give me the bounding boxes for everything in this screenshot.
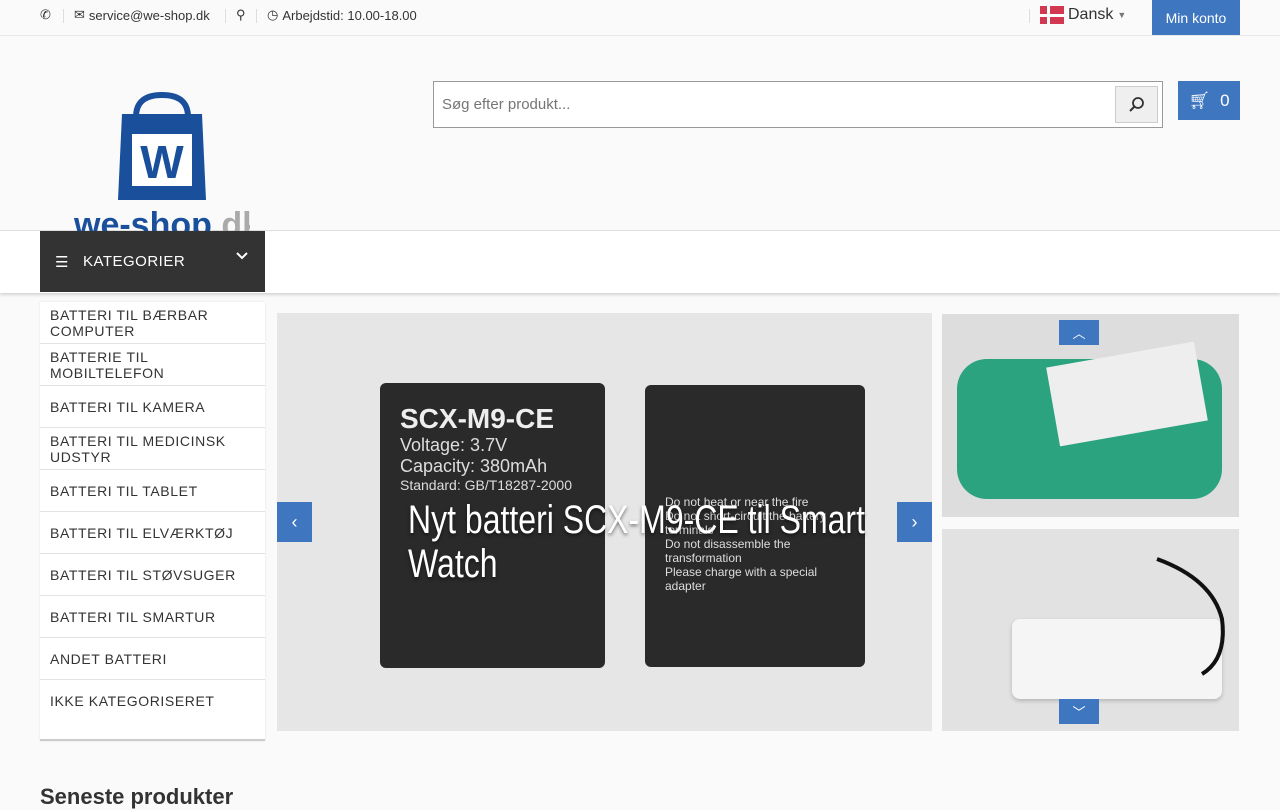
my-account-button[interactable]: Min konto bbox=[1152, 0, 1240, 35]
chevron-down-icon: ﹀ bbox=[1072, 705, 1086, 720]
chevron-right-icon: › bbox=[911, 511, 918, 532]
categories-label: KATEGORIER bbox=[82, 253, 186, 270]
email-link[interactable]: ✉ service@we-shop.dk bbox=[74, 7, 210, 23]
chevron-up-icon: ︿ bbox=[1072, 326, 1086, 341]
thumb-up-button[interactable]: ︿ bbox=[1059, 320, 1099, 345]
email-text: service@we-shop.dk bbox=[88, 7, 210, 23]
menu-item[interactable]: BATTERI TIL SMARTUR bbox=[40, 596, 265, 638]
battery-line: Capacity: 380mAh bbox=[400, 456, 548, 476]
menu-item[interactable]: BATTERI TIL BÆRBAR COMPUTER bbox=[40, 302, 265, 344]
menu-item[interactable]: BATTERI TIL TABLET bbox=[40, 470, 265, 512]
menu-item[interactable]: BATTERI TIL ELVÆRKTØJ bbox=[40, 512, 265, 554]
top-bar: ✆ ✉ service@we-shop.dk ⚲ ◷ Arbejdstid: 10.… bbox=[0, 0, 1280, 36]
latest-products-heading: Seneste produkter bbox=[40, 784, 234, 809]
logo[interactable]: W we-shop.dk bbox=[74, 92, 250, 242]
divider bbox=[63, 9, 64, 23]
slider-prev-button[interactable]: ‹ bbox=[277, 502, 312, 542]
cart-button[interactable]: 🛒︎ 0 bbox=[1178, 81, 1240, 120]
categories-toggle[interactable]: ☰ KATEGORIER bbox=[40, 231, 265, 292]
divider bbox=[1029, 9, 1030, 23]
menu-item[interactable]: BATTERI TIL KAMERA bbox=[40, 386, 265, 428]
search-button[interactable] bbox=[1115, 86, 1158, 123]
slider-next-button[interactable]: › bbox=[897, 502, 932, 542]
hours: ◷ Arbejdstid: 10.00-18.00 bbox=[267, 7, 417, 23]
battery-line: Standard: GB/T18287-2000 bbox=[400, 477, 573, 493]
menu-item[interactable]: BATTERIE TIL MOBILTELEFON bbox=[40, 344, 265, 386]
shopping-cart-icon: 🛒︎ bbox=[1188, 90, 1211, 110]
battery-line: Voltage: 3.7V bbox=[400, 435, 508, 455]
search-bar bbox=[433, 81, 1163, 128]
menu-item[interactable]: BATTERI TIL MEDICINSK UDSTYR bbox=[40, 428, 265, 470]
search-icon bbox=[1128, 96, 1144, 112]
nav-bar: ☰ KATEGORIER bbox=[0, 231, 1280, 293]
divider bbox=[225, 9, 226, 23]
menu-item[interactable]: BATTERI TIL STØVSUGER bbox=[40, 554, 265, 596]
menu-item[interactable]: IKKE KATEGORISERET bbox=[40, 680, 265, 722]
divider bbox=[256, 9, 257, 23]
envelope-icon: ✉ bbox=[74, 7, 85, 22]
phone-icon[interactable]: ✆ bbox=[40, 7, 51, 23]
battery-label: SCX-M9-CE bbox=[400, 403, 555, 434]
cable-image bbox=[1156, 557, 1225, 676]
chevron-left-icon: ‹ bbox=[291, 511, 298, 532]
category-menu: BATTERI TIL BÆRBAR COMPUTER BATTERIE TIL… bbox=[40, 302, 265, 741]
caret-down-icon: ▼ bbox=[1117, 10, 1127, 20]
hamburger-icon: ☰ bbox=[55, 253, 69, 271]
cart-count: 0 bbox=[1220, 90, 1230, 110]
slide-title[interactable]: Nyt batteri SCX-M9-CE til Smart Watch bbox=[408, 498, 920, 586]
search-input[interactable] bbox=[434, 82, 1114, 127]
menu-item[interactable]: ANDET BATTERI bbox=[40, 638, 265, 680]
clock-icon: ◷ bbox=[267, 7, 279, 22]
language-label: Dansk bbox=[1068, 6, 1114, 23]
svg-text:W: W bbox=[140, 136, 184, 188]
hero-slider: SCX-M9-CE Voltage: 3.7V Capacity: 380mAh… bbox=[277, 313, 932, 731]
language-selector[interactable]: Dansk ▼ bbox=[1040, 6, 1126, 24]
danish-flag-icon bbox=[1040, 6, 1064, 24]
hours-text: Arbejdstid: 10.00-18.00 bbox=[282, 7, 417, 23]
header: W we-shop.dk 🛒︎ 0 bbox=[0, 36, 1280, 242]
thumb-down-button[interactable]: ﹀ bbox=[1059, 699, 1099, 724]
map-marker-icon[interactable]: ⚲ bbox=[236, 7, 246, 23]
chevron-down-icon bbox=[236, 252, 248, 260]
